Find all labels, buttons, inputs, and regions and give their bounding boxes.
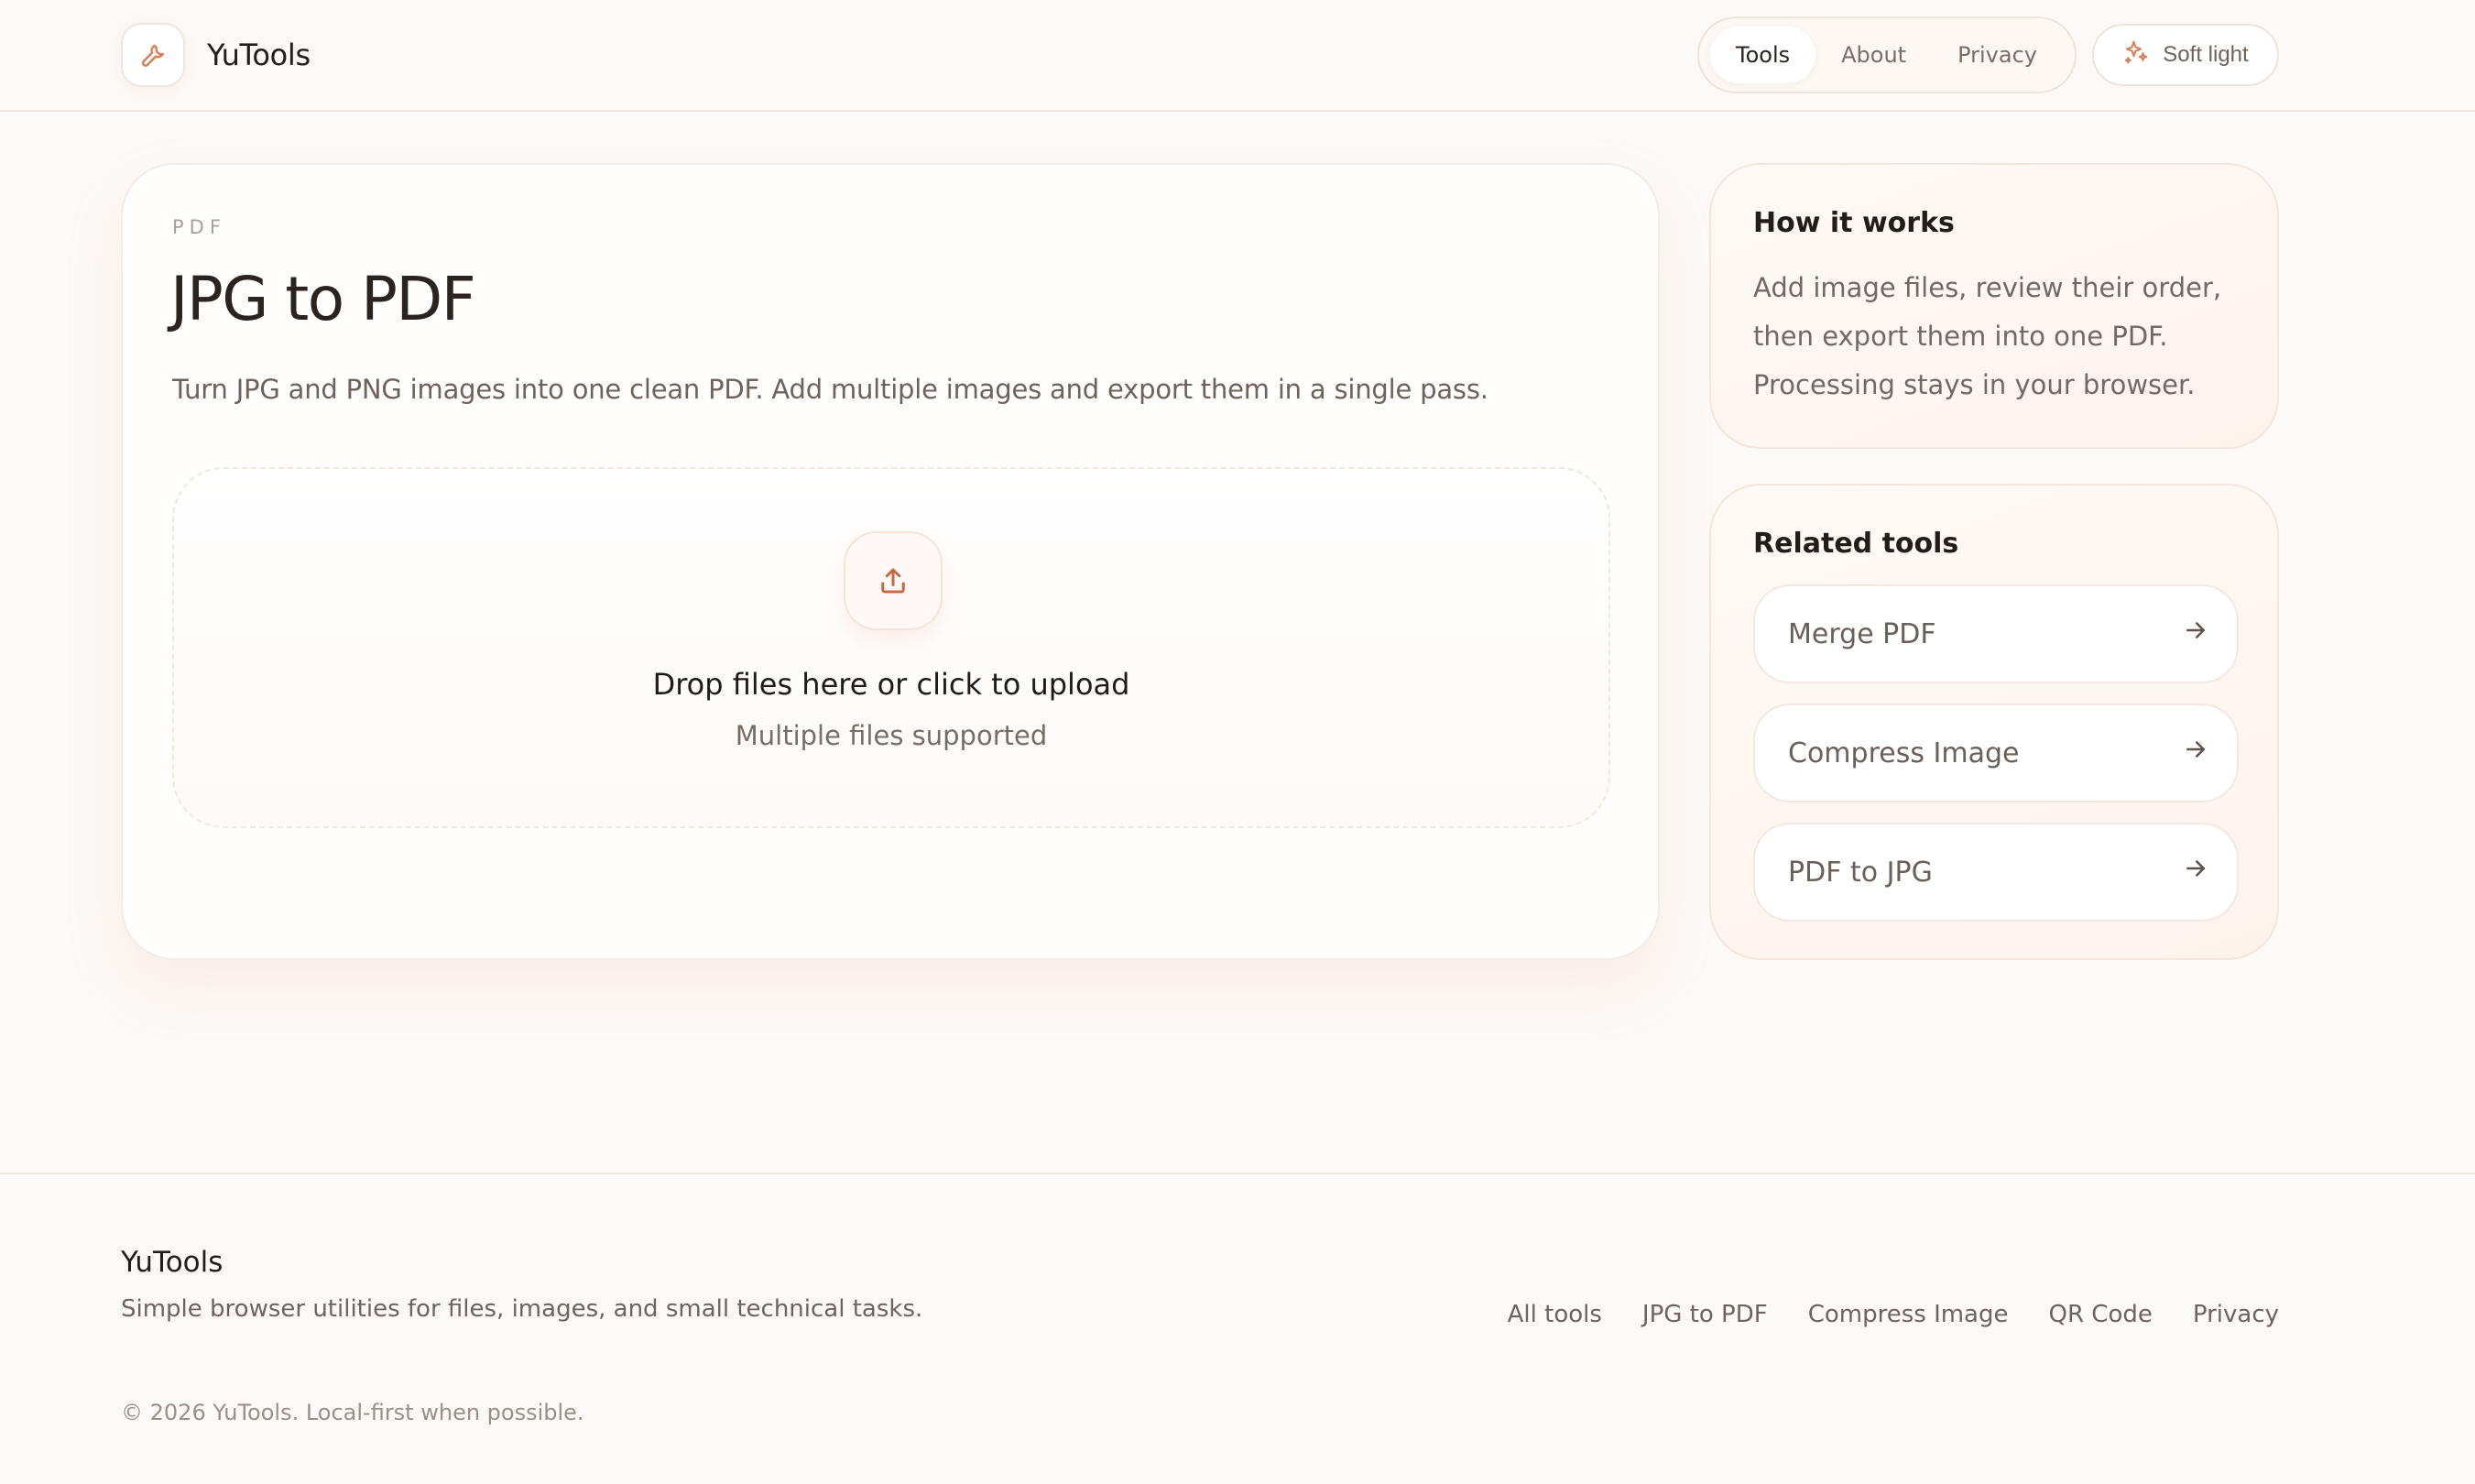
footer-link-jpg-to-pdf[interactable]: JPG to PDF <box>1642 1301 1768 1328</box>
footer-links: All tools JPG to PDF Compress Image QR C… <box>1508 1301 2279 1328</box>
tool-card: PDF JPG to PDF Turn JPG and PNG images i… <box>121 163 1660 960</box>
file-dropzone[interactable]: Drop files here or click to upload Multi… <box>172 467 1610 828</box>
footer-brand: YuTools <box>121 1246 224 1279</box>
footer-link-compress-image[interactable]: Compress Image <box>1808 1301 2009 1328</box>
dropzone-title: Drop files here or click to upload <box>652 667 1130 702</box>
related-tool-compress-image[interactable]: Compress Image <box>1753 704 2239 802</box>
category-eyebrow: PDF <box>172 216 226 238</box>
footer-link-qr-code[interactable]: QR Code <box>2049 1301 2153 1328</box>
dropzone-subtitle: Multiple files supported <box>735 720 1048 751</box>
footer-tagline: Simple browser utilities for files, imag… <box>121 1295 923 1323</box>
footer-link-all-tools[interactable]: All tools <box>1508 1301 1602 1328</box>
sparkle-icon <box>2122 38 2150 72</box>
theme-toggle-label: Soft light <box>2163 42 2249 67</box>
related-tools-card: Related tools Merge PDF Compress Image P… <box>1709 484 2279 960</box>
wrench-icon <box>121 23 185 87</box>
site-header: YuTools Tools About Privacy Soft light <box>0 0 2475 112</box>
related-tools-title: Related tools <box>1753 528 1959 560</box>
arrow-right-icon <box>2182 617 2209 651</box>
footer-copyright: © 2026 YuTools. Local-first when possibl… <box>121 1400 584 1425</box>
how-it-works-text: Add image files, review their order, the… <box>1753 272 2222 400</box>
nav-item-tools[interactable]: Tools <box>1710 27 1816 83</box>
main-nav: Tools About Privacy <box>1697 16 2077 93</box>
nav-item-privacy[interactable]: Privacy <box>1932 27 2063 83</box>
brand-name: YuTools <box>207 38 311 72</box>
site-footer: YuTools Simple browser utilities for fil… <box>0 1173 2475 1484</box>
arrow-right-icon <box>2182 736 2209 770</box>
brand-link[interactable]: YuTools <box>121 23 311 87</box>
theme-toggle-button[interactable]: Soft light <box>2092 24 2279 86</box>
upload-icon <box>844 531 943 630</box>
page-description: Turn JPG and PNG images into one clean P… <box>172 374 1488 405</box>
nav-item-about[interactable]: About <box>1815 27 1932 83</box>
how-it-works-card: How it works Add image files, review the… <box>1709 163 2279 449</box>
page-title: JPG to PDF <box>170 264 476 334</box>
arrow-right-icon <box>2182 855 2209 889</box>
related-tool-label: Merge PDF <box>1788 617 1936 650</box>
how-it-works-title: How it works <box>1753 207 1955 239</box>
related-tools-list: Merge PDF Compress Image PDF to JPG <box>1753 584 2239 942</box>
related-tool-label: Compress Image <box>1788 737 2020 769</box>
footer-link-privacy[interactable]: Privacy <box>2193 1301 2279 1328</box>
related-tool-merge-pdf[interactable]: Merge PDF <box>1753 584 2239 683</box>
related-tool-pdf-to-jpg[interactable]: PDF to JPG <box>1753 823 2239 922</box>
related-tool-label: PDF to JPG <box>1788 856 1933 889</box>
